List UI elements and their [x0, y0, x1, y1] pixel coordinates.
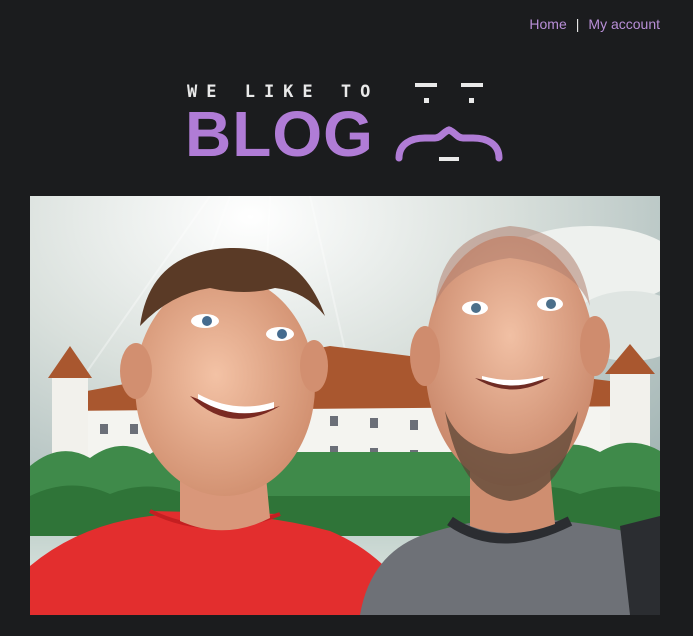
nav-home-link[interactable]: Home: [529, 16, 566, 32]
nav-my-account-link[interactable]: My account: [588, 16, 660, 32]
site-logo[interactable]: WE LIKE TO BLOG: [185, 80, 505, 166]
logo-wordmark: BLOG: [185, 98, 374, 170]
hero-image: [30, 196, 660, 615]
logo-face-icon: [395, 83, 503, 162]
nav-separator: |: [575, 16, 580, 32]
top-nav: Home | My account: [529, 16, 660, 32]
